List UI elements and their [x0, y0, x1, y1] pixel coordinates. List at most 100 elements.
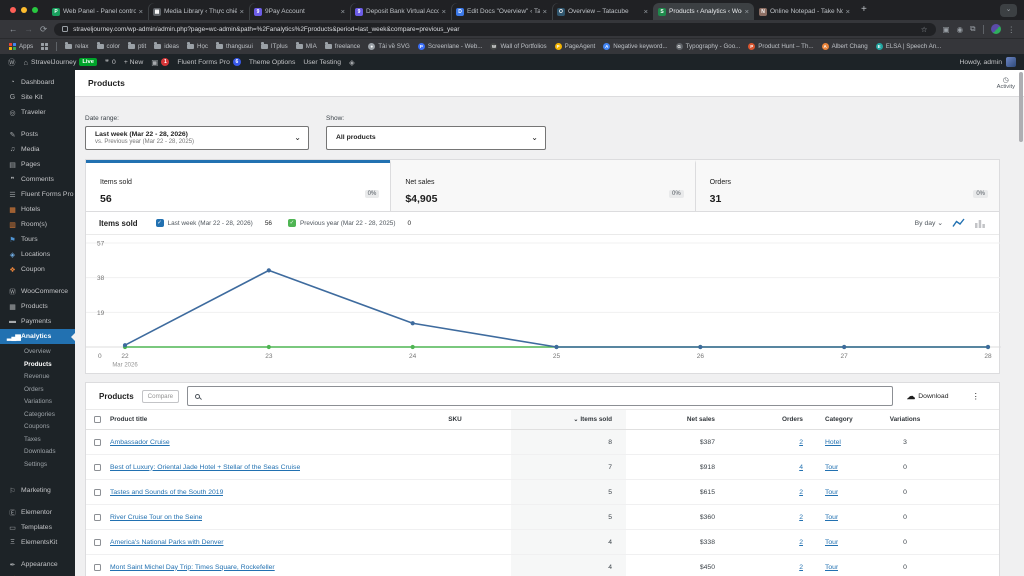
category-link[interactable]: Tour	[825, 539, 838, 546]
apps-shortcut[interactable]: Apps	[9, 42, 33, 50]
bookmark-item[interactable]: E ELSA | Speech An...	[875, 42, 941, 50]
row-checkbox[interactable]	[94, 538, 101, 546]
sidebar-item-analytics[interactable]: ▂▄▆ Analytics	[0, 329, 75, 344]
orders-link[interactable]: 2	[799, 489, 803, 496]
column-header-items[interactable]: ⌄ Items sold	[511, 410, 626, 429]
sidebar-item-rooms[interactable]: ▥ Room(s)	[0, 217, 75, 232]
row-checkbox[interactable]	[94, 513, 101, 521]
submenu-item-overview[interactable]: Overview	[0, 346, 75, 359]
category-link[interactable]: Tour	[825, 564, 838, 571]
row-checkbox[interactable]	[94, 488, 101, 496]
show-select[interactable]: All products ⌄	[326, 126, 546, 150]
sidebar-item-payments[interactable]: ▬ Payments	[0, 314, 75, 329]
elementor-gear-icon[interactable]: ◈	[349, 58, 355, 67]
browser-tab[interactable]: SProducts ‹ Analytics ‹ WooC...×	[653, 3, 754, 20]
row-checkbox[interactable]	[94, 563, 101, 571]
orders-link[interactable]: 2	[799, 539, 803, 546]
sidebar-item-marketing[interactable]: ⚐ Marketing	[0, 483, 75, 498]
sidebar-item-posts[interactable]: ✎ Posts	[0, 127, 75, 142]
orders-link[interactable]: 2	[799, 564, 803, 571]
bookmark-item[interactable]: ● Tài về SVG	[368, 42, 410, 50]
user-testing-menu[interactable]: User Testing	[303, 59, 341, 66]
orders-link[interactable]: 2	[799, 514, 803, 521]
category-link[interactable]: Tour	[825, 489, 838, 496]
password-shield-icon[interactable]: ◉	[957, 25, 964, 34]
sidebar-item-elementor[interactable]: Ⓔ Elementor	[0, 505, 75, 520]
sidebar-item-coupon[interactable]: ❖ Coupon	[0, 262, 75, 277]
bookmark-item[interactable]: A Negative keyword...	[603, 42, 668, 50]
interval-select[interactable]: By day ⌄	[915, 219, 943, 227]
submenu-item-categories[interactable]: Categories	[0, 409, 75, 422]
wordpress-logo-icon[interactable]: Ⓦ	[8, 57, 16, 68]
bookmark-item[interactable]: ideas	[154, 42, 179, 50]
product-title-link[interactable]: Tastes and Sounds of the South 2019	[110, 489, 223, 496]
compare-button[interactable]: Compare	[141, 389, 180, 403]
search-input[interactable]	[205, 391, 885, 401]
submenu-item-coupons[interactable]: Coupons	[0, 421, 75, 434]
tab-search-chevron-icon[interactable]: ⌄	[1000, 3, 1017, 17]
reload-icon[interactable]: ⟳	[40, 24, 47, 35]
sidebar-item-site-kit[interactable]: G Site Kit	[0, 90, 75, 105]
orders-link[interactable]: 4	[799, 464, 803, 471]
bookmark-item[interactable]: A Albert Chang	[821, 42, 868, 50]
submenu-item-taxes[interactable]: Taxes	[0, 434, 75, 447]
back-icon[interactable]: ←	[9, 24, 18, 34]
orders-link[interactable]: 2	[799, 439, 803, 446]
column-header-var[interactable]: Variations	[861, 410, 949, 429]
sidebar-item-tours[interactable]: ⚑ Tours	[0, 232, 75, 247]
fluent-forms-menu[interactable]: Fluent Forms Pro 6	[177, 58, 241, 66]
submenu-item-revenue[interactable]: Revenue	[0, 371, 75, 384]
maximize-window-icon[interactable]	[32, 7, 38, 13]
profile-avatar[interactable]	[990, 24, 1001, 34]
extensions-puzzle-icon[interactable]: ⧉	[970, 24, 975, 34]
comments-menu[interactable]: ❞ 0	[105, 58, 116, 67]
theme-options-menu[interactable]: Theme Options	[249, 59, 295, 66]
activity-panel-button[interactable]: ◷ Activity	[997, 77, 1015, 90]
product-title-link[interactable]: Best of Luxury: Oriental Jade Hotel + St…	[110, 464, 300, 471]
date-range-select[interactable]: Last week (Mar 22 - 28, 2026) vs. Previo…	[85, 126, 309, 150]
address-bar[interactable]: straveljourney.com/wp-admin/admin.php?pa…	[54, 22, 936, 36]
stat-tile-items-sold[interactable]: Items sold 56 0%	[86, 160, 391, 211]
bar-chart-toggle-icon[interactable]	[974, 218, 986, 228]
browser-tab[interactable]: ▦Media Library ‹ Thực chiến s...×	[148, 3, 249, 20]
close-window-icon[interactable]	[10, 7, 16, 13]
sidebar-item-templates[interactable]: ▭ Templates	[0, 520, 75, 535]
bookmark-item[interactable]: P Product Hunt – Th...	[748, 42, 814, 50]
table-menu-icon[interactable]: ⋮	[966, 390, 987, 403]
submenu-item-downloads[interactable]: Downloads	[0, 446, 75, 459]
bookmark-item[interactable]: MIA	[295, 42, 317, 50]
sidebar-item-media[interactable]: ♫ Media	[0, 142, 75, 157]
minimize-window-icon[interactable]	[21, 7, 27, 13]
sidebar-item-elementskit[interactable]: Ξ ElementsKit	[0, 535, 75, 550]
sidebar-item-locations[interactable]: ◈ Locations	[0, 247, 75, 262]
tab-close-icon[interactable]: ×	[846, 7, 850, 16]
bookmark-item[interactable]: P Screenlane - Web...	[417, 42, 482, 50]
bookmark-item[interactable]: Học	[187, 42, 208, 50]
sidebar-item-hotels[interactable]: ▦ Hotels	[0, 202, 75, 217]
select-all-checkbox[interactable]	[94, 416, 101, 423]
tab-close-icon[interactable]: ×	[442, 7, 446, 16]
product-title-link[interactable]: Mont Saint Michel Day Trip: Times Square…	[110, 564, 275, 571]
bookmark-item[interactable]: relax	[65, 42, 89, 50]
sidebar-item-comments[interactable]: ❞ Comments	[0, 172, 75, 187]
site-name-menu[interactable]: ⌂ StravelJourney Live	[24, 58, 97, 67]
submenu-item-orders[interactable]: Orders	[0, 384, 75, 397]
browser-tab[interactable]: O Overview – Tatacube ×	[552, 3, 653, 20]
browser-tab[interactable]: NOnline Notepad - Take Notes×	[754, 3, 855, 20]
column-header-sku[interactable]: SKU	[399, 410, 511, 429]
tab-close-icon[interactable]: ×	[139, 7, 143, 16]
tab-close-icon[interactable]: ×	[543, 7, 547, 16]
site-info-icon[interactable]	[62, 26, 69, 32]
bookmark-item[interactable]: color	[96, 42, 120, 50]
sidebar-item-pages[interactable]: ▤ Pages	[0, 157, 75, 172]
forward-icon[interactable]: →	[25, 24, 34, 34]
browser-tab[interactable]: DEdit Docs "Overview" ‹ Tatac×	[451, 3, 552, 20]
sidebar-item-products[interactable]: ▦ Products	[0, 299, 75, 314]
table-search[interactable]	[187, 386, 893, 406]
submenu-item-products[interactable]: Products	[0, 359, 75, 372]
sidebar-item-appearance[interactable]: ✒ Appearance	[0, 557, 75, 572]
url-text[interactable]: straveljourney.com/wp-admin/admin.php?pa…	[73, 26, 916, 33]
sidebar-item-traveler[interactable]: ◎ Traveler	[0, 105, 75, 120]
line-chart-toggle-icon[interactable]	[952, 218, 965, 228]
category-link[interactable]: Hotel	[825, 439, 841, 446]
